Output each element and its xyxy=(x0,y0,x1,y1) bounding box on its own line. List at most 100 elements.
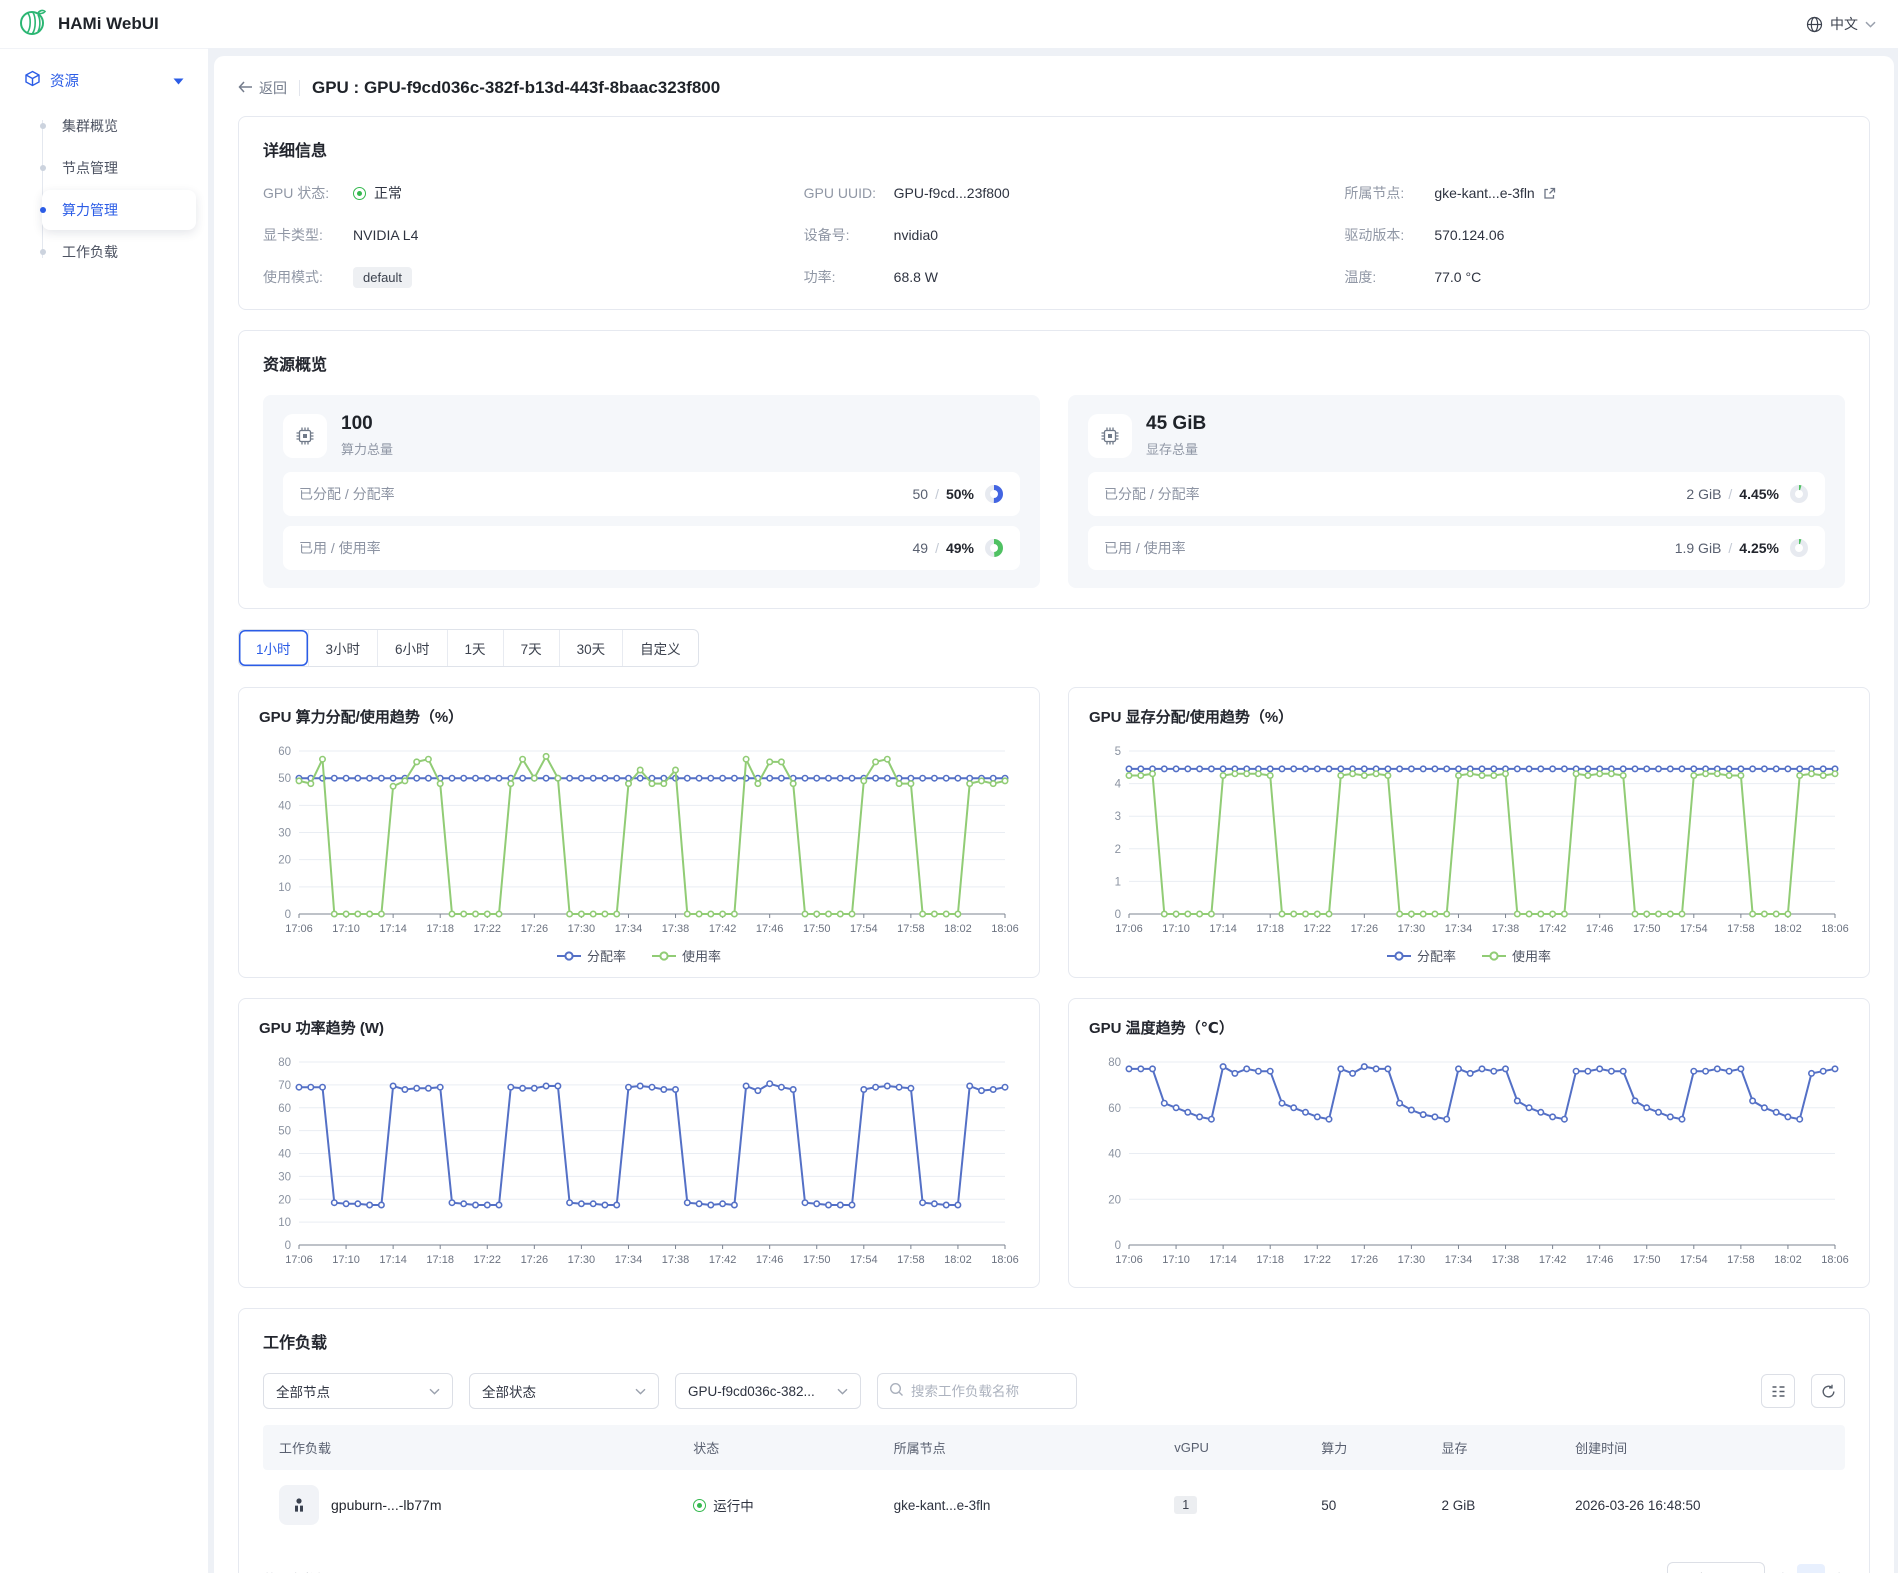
svg-text:17:34: 17:34 xyxy=(1445,1254,1473,1266)
detail-driver-version: 驱动版本: 570.124.06 xyxy=(1344,223,1845,247)
svg-text:17:34: 17:34 xyxy=(1445,923,1473,935)
svg-text:20: 20 xyxy=(1108,1194,1121,1206)
hami-logo-icon xyxy=(18,7,48,42)
svg-text:20: 20 xyxy=(278,855,291,867)
svg-text:17:18: 17:18 xyxy=(1256,1254,1284,1266)
workload-name-cell[interactable]: gpuburn-...-lb77m xyxy=(279,1485,693,1525)
tree-dot xyxy=(40,165,46,171)
svg-text:0: 0 xyxy=(285,909,291,921)
gpu-filter-select[interactable]: GPU-f9cd036c-382... xyxy=(675,1373,861,1409)
detail-gpu-status: GPU 状态: 正常 xyxy=(263,181,764,205)
svg-text:18:06: 18:06 xyxy=(1821,923,1849,935)
tab-7d[interactable]: 7天 xyxy=(503,630,559,666)
chart-legend: 分配率使用率 xyxy=(259,946,1019,965)
node-link[interactable]: gke-kant...e-3fln xyxy=(1434,185,1534,201)
svg-text:3: 3 xyxy=(1115,811,1121,823)
back-button[interactable]: 返回 xyxy=(238,78,287,98)
svg-text:17:34: 17:34 xyxy=(615,1254,643,1266)
page-number[interactable]: 1 xyxy=(1797,1564,1825,1573)
svg-text:0: 0 xyxy=(285,1240,291,1252)
svg-text:17:26: 17:26 xyxy=(1351,923,1379,935)
tab-3h[interactable]: 3小时 xyxy=(308,630,378,666)
svg-text:17:18: 17:18 xyxy=(1256,923,1284,935)
svg-text:17:38: 17:38 xyxy=(1492,923,1520,935)
chart-title: GPU 功率趋势 (W) xyxy=(259,1017,1019,1038)
svg-text:17:58: 17:58 xyxy=(897,1254,925,1266)
svg-text:17:46: 17:46 xyxy=(1586,923,1614,935)
svg-text:17:50: 17:50 xyxy=(803,923,831,935)
svg-text:17:06: 17:06 xyxy=(285,923,313,935)
svg-text:40: 40 xyxy=(278,800,291,812)
svg-text:17:46: 17:46 xyxy=(756,1254,784,1266)
svg-text:17:18: 17:18 xyxy=(426,1254,454,1266)
details-title: 详细信息 xyxy=(263,137,1845,161)
compute-allocated-row: 已分配 / 分配率 50 / 50% xyxy=(283,472,1020,516)
language-selector[interactable]: 中文 xyxy=(1806,14,1876,34)
svg-text:18:02: 18:02 xyxy=(1774,1254,1802,1266)
table-row[interactable]: gpuburn-...-lb77m 运行中 gke-kant...e-3fln … xyxy=(263,1470,1845,1540)
tab-1d[interactable]: 1天 xyxy=(447,630,503,666)
page-size-select[interactable]: 10 条/页 xyxy=(1667,1562,1765,1573)
svg-text:17:50: 17:50 xyxy=(1633,1254,1661,1266)
compute-used-row: 已用 / 使用率 49 / 49% xyxy=(283,526,1020,570)
detail-value: NVIDIA L4 xyxy=(353,227,418,243)
svg-text:0: 0 xyxy=(1115,909,1121,921)
memory-chip-icon xyxy=(1088,414,1132,458)
node-filter-select[interactable]: 全部节点 xyxy=(263,1373,453,1409)
sidebar-item-compute-management[interactable]: 算力管理 xyxy=(42,190,196,230)
view-toggle-button[interactable] xyxy=(1761,1374,1795,1408)
svg-text:17:14: 17:14 xyxy=(379,1254,407,1266)
svg-text:17:22: 17:22 xyxy=(1304,923,1332,935)
refresh-button[interactable] xyxy=(1811,1374,1845,1408)
sidebar-group-resources[interactable]: 资源 xyxy=(14,61,194,100)
svg-text:17:30: 17:30 xyxy=(568,1254,596,1266)
tree-dot xyxy=(40,123,46,129)
svg-text:2: 2 xyxy=(1115,844,1121,856)
chevron-down-icon xyxy=(837,1388,848,1395)
col-vgpu: vGPU xyxy=(1174,1440,1321,1455)
sidebar-item-workloads[interactable]: 工作负载 xyxy=(42,232,196,272)
tab-30d[interactable]: 30天 xyxy=(559,630,623,666)
header-divider xyxy=(299,80,300,96)
col-memory: 显存 xyxy=(1442,1438,1576,1457)
workload-search xyxy=(877,1373,1077,1409)
search-input[interactable] xyxy=(911,1384,1065,1399)
svg-text:17:10: 17:10 xyxy=(332,1254,360,1266)
svg-text:17:58: 17:58 xyxy=(897,923,925,935)
svg-text:0: 0 xyxy=(1115,1240,1121,1252)
svg-text:17:30: 17:30 xyxy=(1398,923,1426,935)
col-node: 所属节点 xyxy=(894,1438,1175,1457)
compute-total-label: 算力总量 xyxy=(341,439,393,458)
chart-title: GPU 温度趋势（℃） xyxy=(1089,1017,1849,1038)
detail-value: 68.8 W xyxy=(894,269,938,285)
sidebar-item-cluster-overview[interactable]: 集群概览 xyxy=(42,106,196,146)
tab-1h[interactable]: 1小时 xyxy=(239,630,308,666)
svg-text:30: 30 xyxy=(278,1171,291,1183)
svg-text:17:54: 17:54 xyxy=(850,923,878,935)
svg-text:18:02: 18:02 xyxy=(944,923,972,935)
language-label: 中文 xyxy=(1830,14,1858,34)
svg-text:17:14: 17:14 xyxy=(1209,1254,1237,1266)
memory-trend-chart: 01234517:0617:1017:1417:1817:2217:2617:3… xyxy=(1089,739,1849,944)
svg-text:17:58: 17:58 xyxy=(1727,923,1755,935)
external-link-icon[interactable] xyxy=(1543,187,1556,200)
tree-dot xyxy=(40,249,46,255)
svg-text:17:26: 17:26 xyxy=(521,1254,549,1266)
gpu-chip-icon xyxy=(283,414,327,458)
tree-dot xyxy=(40,207,46,213)
svg-text:10: 10 xyxy=(278,882,291,894)
status-filter-select[interactable]: 全部状态 xyxy=(469,1373,659,1409)
temperature-trend-chart: 02040608017:0617:1017:1417:1817:2217:261… xyxy=(1089,1050,1849,1275)
pagination: 10 条/页 1 xyxy=(1667,1562,1845,1573)
svg-text:17:46: 17:46 xyxy=(1586,1254,1614,1266)
svg-text:17:42: 17:42 xyxy=(709,1254,737,1266)
power-trend-chart-card: GPU 功率趋势 (W) 0102030405060708017:0617:10… xyxy=(238,998,1040,1288)
tab-custom[interactable]: 自定义 xyxy=(622,630,698,666)
sidebar-item-node-management[interactable]: 节点管理 xyxy=(42,148,196,188)
tab-6h[interactable]: 6小时 xyxy=(377,630,447,666)
svg-text:17:30: 17:30 xyxy=(1398,1254,1426,1266)
page-header: 返回 GPU : GPU-f9cd036c-382f-b13d-443f-8ba… xyxy=(238,68,1870,116)
svg-text:17:10: 17:10 xyxy=(1162,1254,1190,1266)
svg-text:10: 10 xyxy=(278,1217,291,1229)
svg-text:20: 20 xyxy=(278,1194,291,1206)
